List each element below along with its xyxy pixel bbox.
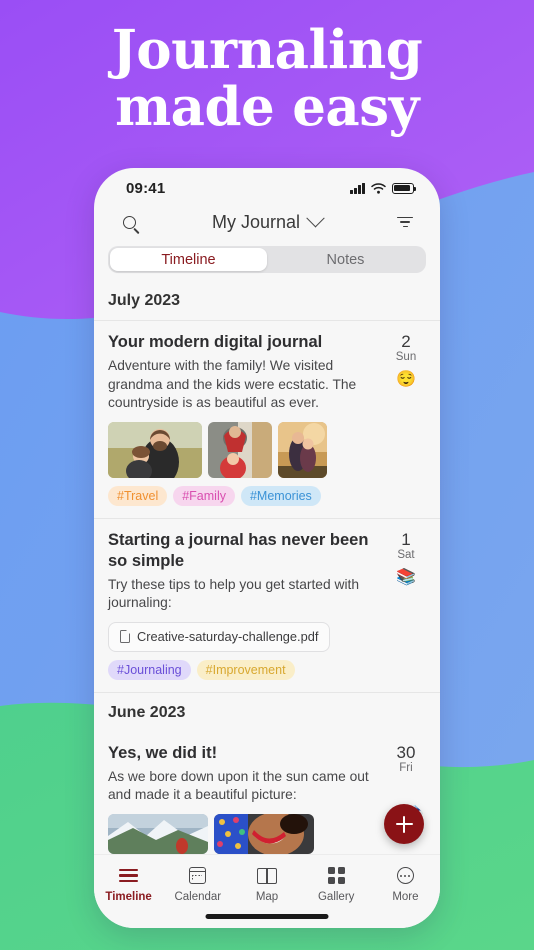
entry-day-number: 1: [401, 529, 411, 549]
tabbar-label: Calendar: [174, 891, 222, 903]
gallery-grid-icon: [327, 866, 345, 885]
filter-icon: [397, 216, 413, 228]
entry-photo[interactable]: [108, 421, 202, 478]
entry-tags: #Journaling #Improvement: [108, 659, 378, 680]
entry-tags: #Travel #Family #Memories: [108, 485, 378, 506]
home-indicator: [205, 914, 329, 919]
entry-content: Yes, we did it! As we bore down upon it …: [108, 736, 378, 854]
search-button[interactable]: [116, 209, 142, 235]
tab-notes-label: Notes: [326, 251, 365, 268]
entry-photos: [108, 813, 378, 854]
month-header: July 2023: [108, 292, 181, 309]
calendar-icon: [189, 866, 207, 885]
month-header: June 2023: [94, 691, 440, 732]
nav-title-label: My Journal: [211, 211, 301, 232]
tabbar-item-more[interactable]: More: [371, 866, 440, 903]
entry-day-number: 2: [401, 332, 411, 351]
entry-photo[interactable]: [278, 421, 327, 478]
entry-day-name: Fri: [399, 761, 413, 774]
document-icon: [120, 629, 131, 643]
chevron-down-icon: [306, 208, 325, 227]
battery-icon: [392, 182, 417, 194]
entry-mood-emoji: 😌: [396, 371, 416, 388]
tab-notes[interactable]: Notes: [267, 248, 424, 271]
status-bar: 09:41: [94, 168, 440, 202]
search-icon: [122, 215, 136, 229]
entry-photo[interactable]: [108, 813, 208, 854]
journal-entry[interactable]: Yes, we did it! As we bore down upon it …: [94, 732, 440, 866]
tabbar-label: Timeline: [105, 891, 152, 903]
tabbar-item-timeline[interactable]: Timeline: [94, 866, 163, 903]
tabbar-label: Map: [255, 891, 279, 903]
entry-body: Try these tips to help you get started w…: [108, 576, 360, 611]
entry-attachment[interactable]: Creative-saturday-challenge.pdf: [108, 621, 331, 652]
entry-title: Your modern digital journal: [108, 333, 323, 351]
entry-mood-emoji: 📚: [396, 568, 416, 586]
tabbar-item-calendar[interactable]: Calendar: [163, 866, 232, 903]
tag-chip[interactable]: #Improvement: [196, 659, 295, 680]
filter-button[interactable]: [392, 209, 418, 235]
entry-content: Your modern digital journal Adventure wi…: [108, 325, 378, 506]
entry-day-name: Sat: [397, 548, 415, 561]
tab-timeline-label: Timeline: [161, 251, 216, 268]
timeline-feed: July 2023 Your modern digital journal Ad…: [94, 281, 440, 866]
entry-photo[interactable]: [214, 813, 314, 854]
timeline-icon: [119, 866, 139, 885]
tag-chip[interactable]: #Memories: [240, 485, 321, 506]
tag-chip[interactable]: #Journaling: [108, 659, 191, 680]
map-icon: [257, 866, 277, 885]
tabbar-label: More: [392, 891, 419, 903]
tabbar-item-gallery[interactable]: Gallery: [302, 866, 371, 903]
journal-selector[interactable]: My Journal: [142, 208, 392, 233]
journal-entry[interactable]: Starting a journal has never been so sim…: [94, 517, 440, 692]
entry-date: 1 Sat 📚: [386, 523, 426, 680]
phone-mockup: 09:41 My Journal Timeline Notes July 202…: [94, 168, 440, 928]
status-icons: [350, 182, 417, 194]
entry-title: Starting a journal has never been so sim…: [108, 530, 369, 570]
tab-timeline[interactable]: Timeline: [110, 248, 267, 271]
cellular-signal-icon: [350, 182, 365, 194]
journal-entry[interactable]: Your modern digital journal Adventure wi…: [94, 320, 440, 518]
wifi-icon: [371, 182, 386, 194]
headline-line-2: made easy: [115, 76, 419, 138]
tag-chip[interactable]: #Travel: [108, 485, 168, 506]
tabbar-label: Gallery: [317, 891, 355, 903]
add-entry-button[interactable]: [384, 804, 424, 844]
app-navbar: My Journal: [94, 202, 440, 242]
more-ellipsis-icon: [396, 866, 414, 885]
entry-title: Yes, we did it!: [108, 743, 218, 762]
entry-date: 2 Sun 😌: [386, 325, 426, 506]
headline-line-1: Journaling: [111, 19, 423, 81]
segmented-control: Timeline Notes: [108, 246, 426, 273]
tag-chip[interactable]: #Family: [173, 485, 235, 506]
entry-body: Adventure with the family! We visited gr…: [108, 358, 357, 410]
page-title: Journaling made easy: [0, 22, 534, 136]
entry-photos: [108, 421, 378, 478]
entry-content: Starting a journal has never been so sim…: [108, 523, 378, 680]
view-switcher: Timeline Notes: [94, 242, 440, 281]
entry-photo[interactable]: [208, 421, 272, 478]
status-time: 09:41: [126, 179, 166, 197]
entry-body: As we bore down upon it the sun came out…: [108, 768, 369, 803]
entry-day-number: 30: [396, 742, 416, 762]
entry-day-name: Sun: [395, 351, 417, 363]
attachment-filename: Creative-saturday-challenge.pdf: [137, 629, 319, 644]
tabbar-item-map[interactable]: Map: [232, 866, 301, 903]
